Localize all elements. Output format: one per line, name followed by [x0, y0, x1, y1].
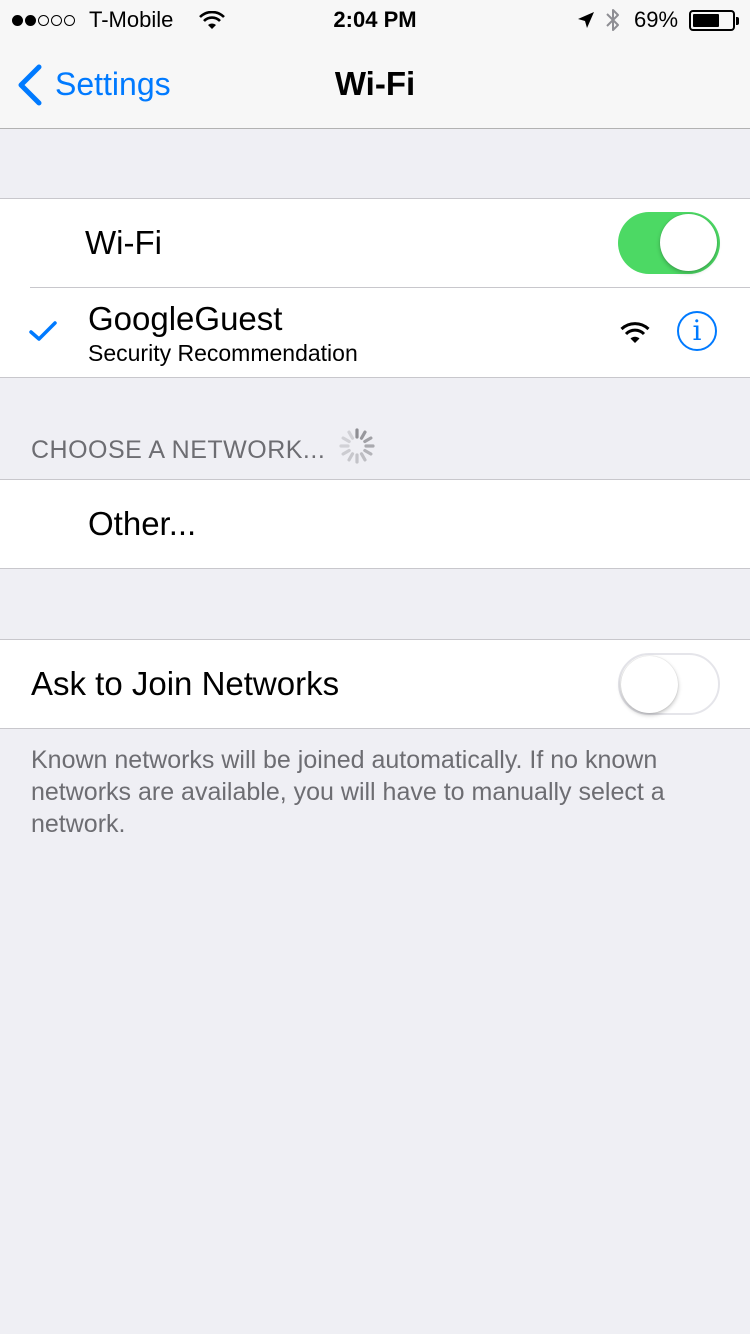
- loading-spinner-icon: [339, 428, 375, 464]
- page-title: Wi-Fi: [334, 65, 416, 102]
- wifi-row: Wi-Fi: [0, 199, 750, 287]
- battery-percent: 69%: [634, 7, 679, 32]
- navigation-bar: Settings Wi-Fi: [0, 40, 750, 129]
- wifi-settings-group: Wi-Fi GoogleGuest Security Recommendatio…: [0, 198, 750, 378]
- network-subtitle: Security Recommendation: [88, 340, 358, 366]
- toggle-knob: [660, 214, 717, 271]
- checkmark-icon: [29, 321, 57, 341]
- info-icon: i: [692, 314, 702, 347]
- ask-to-join-label: Ask to Join Networks: [31, 665, 340, 702]
- wifi-toggle[interactable]: [618, 212, 720, 274]
- connected-network-row[interactable]: GoogleGuest Security Recommendation i: [0, 288, 750, 377]
- info-button[interactable]: i: [677, 311, 717, 351]
- network-name: GoogleGuest: [88, 300, 283, 337]
- status-bar: T-Mobile 2:04 PM 69%: [0, 0, 750, 40]
- ask-to-join-row: Ask to Join Networks: [0, 639, 750, 729]
- location-arrow-icon: [578, 12, 594, 28]
- ask-to-join-toggle[interactable]: [618, 653, 720, 715]
- other-label: Other...: [88, 505, 197, 542]
- toggle-knob: [621, 656, 678, 713]
- choose-network-header: CHOOSE A NETWORK...: [31, 436, 326, 464]
- other-network-row[interactable]: Other...: [0, 479, 750, 569]
- battery-tip: [736, 17, 739, 25]
- bluetooth-icon: [606, 9, 619, 31]
- wifi-signal-icon: [620, 322, 650, 343]
- ask-to-join-footer: Known networks will be joined automatica…: [31, 746, 665, 838]
- battery-icon: [689, 10, 735, 31]
- wifi-label: Wi-Fi: [85, 224, 162, 261]
